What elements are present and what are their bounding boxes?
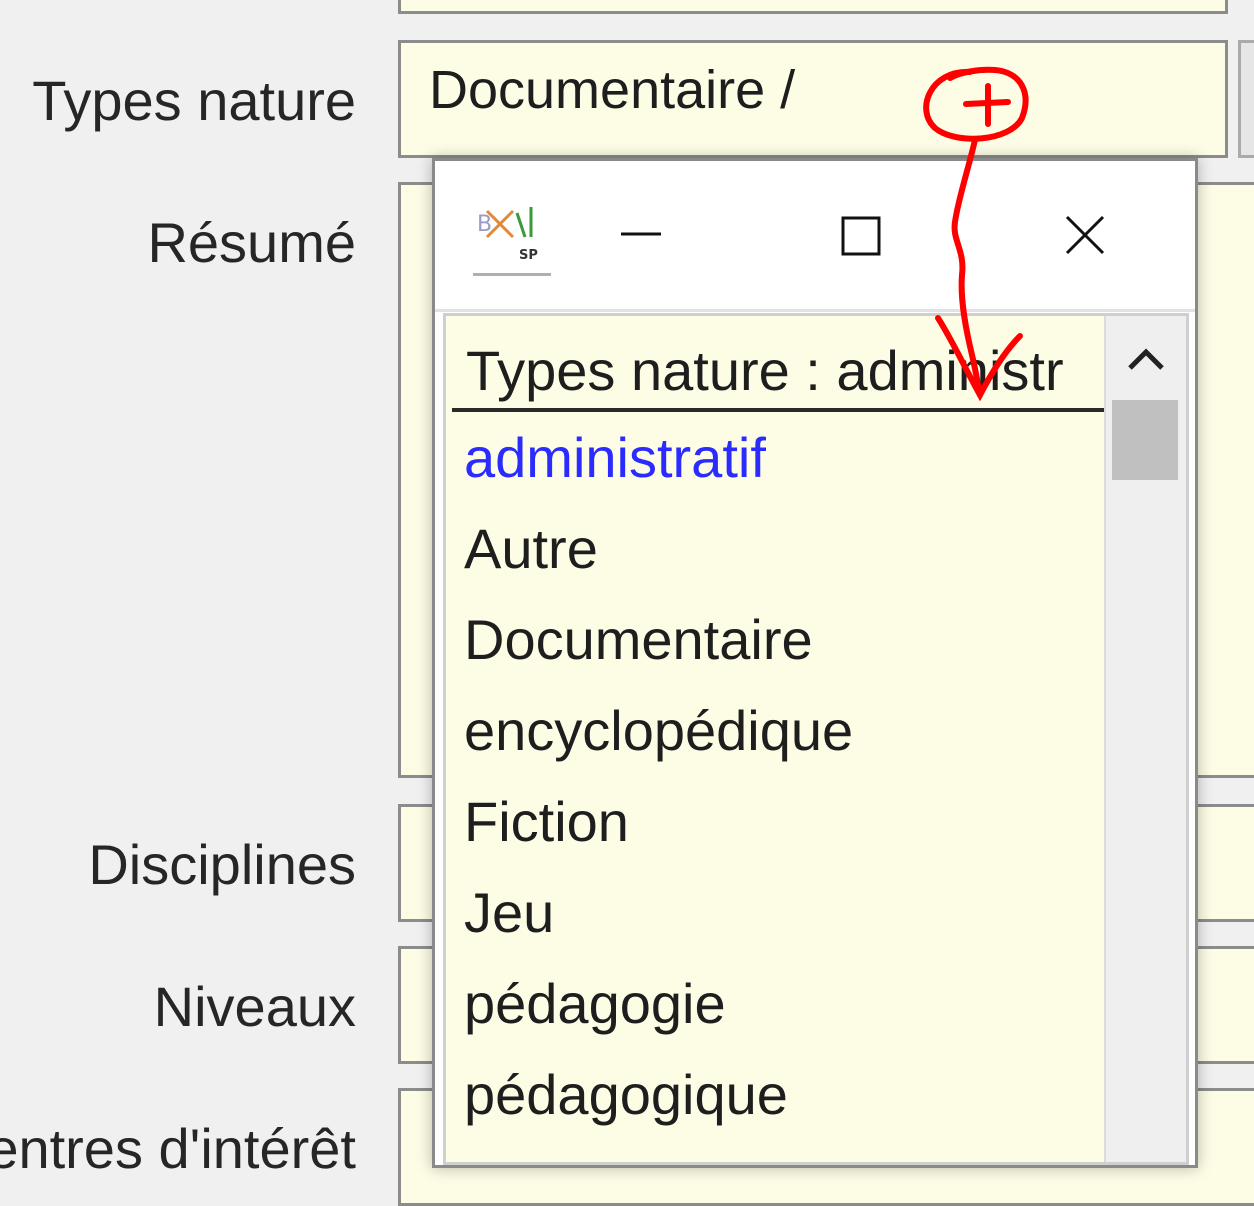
- list-item[interactable]: pédagogique: [452, 1049, 1112, 1140]
- types-nature-value: Documentaire /: [429, 60, 796, 120]
- scroll-up-button[interactable]: [1116, 326, 1176, 396]
- list-item[interactable]: Fiction: [452, 776, 1112, 867]
- list-item[interactable]: administratif: [452, 412, 1112, 503]
- types-nature-popup: B SP Types nature : administr administra…: [432, 158, 1198, 1168]
- resume-label: Résumé: [147, 211, 356, 274]
- list-item[interactable]: Autre: [452, 503, 1112, 594]
- list-scrollbar[interactable]: [1104, 316, 1186, 1162]
- app-logo-icon: B SP: [473, 197, 551, 276]
- list-header: Types nature : administr: [452, 316, 1112, 412]
- close-button[interactable]: [1029, 191, 1139, 281]
- scroll-thumb[interactable]: [1112, 400, 1178, 480]
- chevron-up-icon: [1128, 348, 1164, 370]
- list-header-text: Types nature : administr: [466, 339, 1064, 402]
- list-item[interactable]: encyclopédique: [452, 685, 1112, 776]
- maximize-button[interactable]: [805, 191, 915, 281]
- types-nature-field[interactable]: Documentaire /: [398, 40, 1228, 158]
- niveaux-label: Niveaux: [153, 975, 356, 1038]
- close-icon: [1065, 215, 1105, 255]
- svg-text:SP: SP: [519, 248, 538, 263]
- popup-titlebar[interactable]: B SP: [435, 161, 1195, 312]
- types-nature-label: Types nature: [32, 69, 356, 132]
- list-item[interactable]: pédagogie: [452, 958, 1112, 1049]
- centres-interet-label: entres d'intérêt: [0, 1117, 356, 1180]
- previous-field[interactable]: [398, 0, 1228, 14]
- types-nature-list: administratif Autre Documentaire encyclo…: [452, 412, 1112, 1140]
- types-nature-side-button[interactable]: [1238, 40, 1254, 158]
- types-nature-list-frame: Types nature : administr administratif A…: [443, 313, 1189, 1165]
- minimize-button[interactable]: [585, 191, 695, 281]
- disciplines-label: Disciplines: [88, 833, 356, 896]
- list-item[interactable]: Documentaire: [452, 594, 1112, 685]
- list-item[interactable]: Jeu: [452, 867, 1112, 958]
- minimize-icon: [621, 232, 661, 236]
- maximize-icon: [841, 216, 881, 256]
